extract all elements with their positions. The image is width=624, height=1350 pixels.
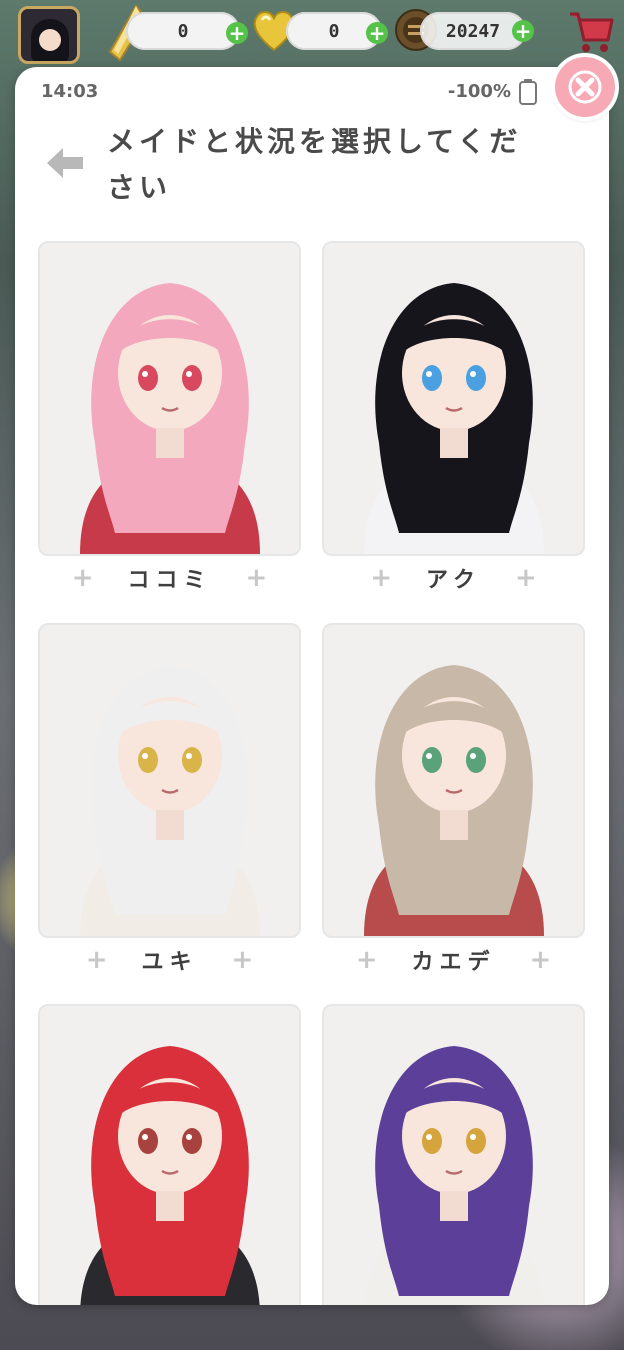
close-icon xyxy=(568,70,602,104)
maid-portrait xyxy=(40,625,299,936)
maid-name-row: + ココミ + xyxy=(40,561,299,595)
add-coin-button[interactable]: + xyxy=(512,20,534,42)
plus-icon: + xyxy=(514,563,537,593)
plus-icon: + xyxy=(245,563,268,593)
add-crystal-button[interactable]: + xyxy=(226,22,248,44)
maid-card[interactable] xyxy=(324,243,583,554)
plus-icon: + xyxy=(529,945,552,975)
maid-card[interactable] xyxy=(40,625,299,936)
back-arrow-icon[interactable] xyxy=(43,145,85,181)
shop-cart-icon[interactable] xyxy=(566,6,616,56)
plus-icon: + xyxy=(71,563,94,593)
maid-name: ココミ xyxy=(127,568,212,593)
battery-icon xyxy=(519,79,537,105)
heart-count: 0 xyxy=(328,20,340,42)
maid-portrait xyxy=(40,243,299,554)
maid-card[interactable] xyxy=(40,243,299,554)
close-button[interactable] xyxy=(555,57,615,117)
plus-icon: + xyxy=(231,945,254,975)
maid-card[interactable] xyxy=(40,1006,299,1305)
plus-icon: + xyxy=(85,945,108,975)
add-heart-button[interactable]: + xyxy=(366,22,388,44)
maid-portrait xyxy=(324,625,583,936)
battery-percent: -100% xyxy=(447,81,511,102)
maid-portrait xyxy=(324,1006,583,1305)
maid-name: アク xyxy=(426,568,481,593)
top-currency-bar: 0 + 0 + 20247 + xyxy=(0,0,624,66)
maid-name-row: + カエデ + xyxy=(324,943,583,977)
player-avatar[interactable] xyxy=(18,6,80,64)
maid-name-row: + アク + xyxy=(324,561,583,595)
coin-count: 20247 xyxy=(445,20,501,42)
maid-portrait xyxy=(40,1006,299,1305)
maid-name-row: + ユキ + xyxy=(40,943,299,977)
plus-icon: + xyxy=(370,563,393,593)
crystal-counter: 0 xyxy=(126,12,240,50)
maid-name: ユキ xyxy=(141,950,198,975)
maid-card[interactable] xyxy=(324,1006,583,1305)
maid-portrait xyxy=(324,243,583,554)
crystal-count: 0 xyxy=(177,20,189,42)
maid-name: カエデ xyxy=(411,950,496,975)
coin-counter: 20247 xyxy=(420,12,526,50)
status-time: 14:03 xyxy=(41,81,99,102)
maid-select-dialog: 14:03 -100% メイドと状況を選択してください + ココミ + + アク… xyxy=(15,67,609,1305)
plus-icon: + xyxy=(355,945,378,975)
maid-card[interactable] xyxy=(324,625,583,936)
dialog-title: メイドと状況を選択してください xyxy=(107,125,522,204)
